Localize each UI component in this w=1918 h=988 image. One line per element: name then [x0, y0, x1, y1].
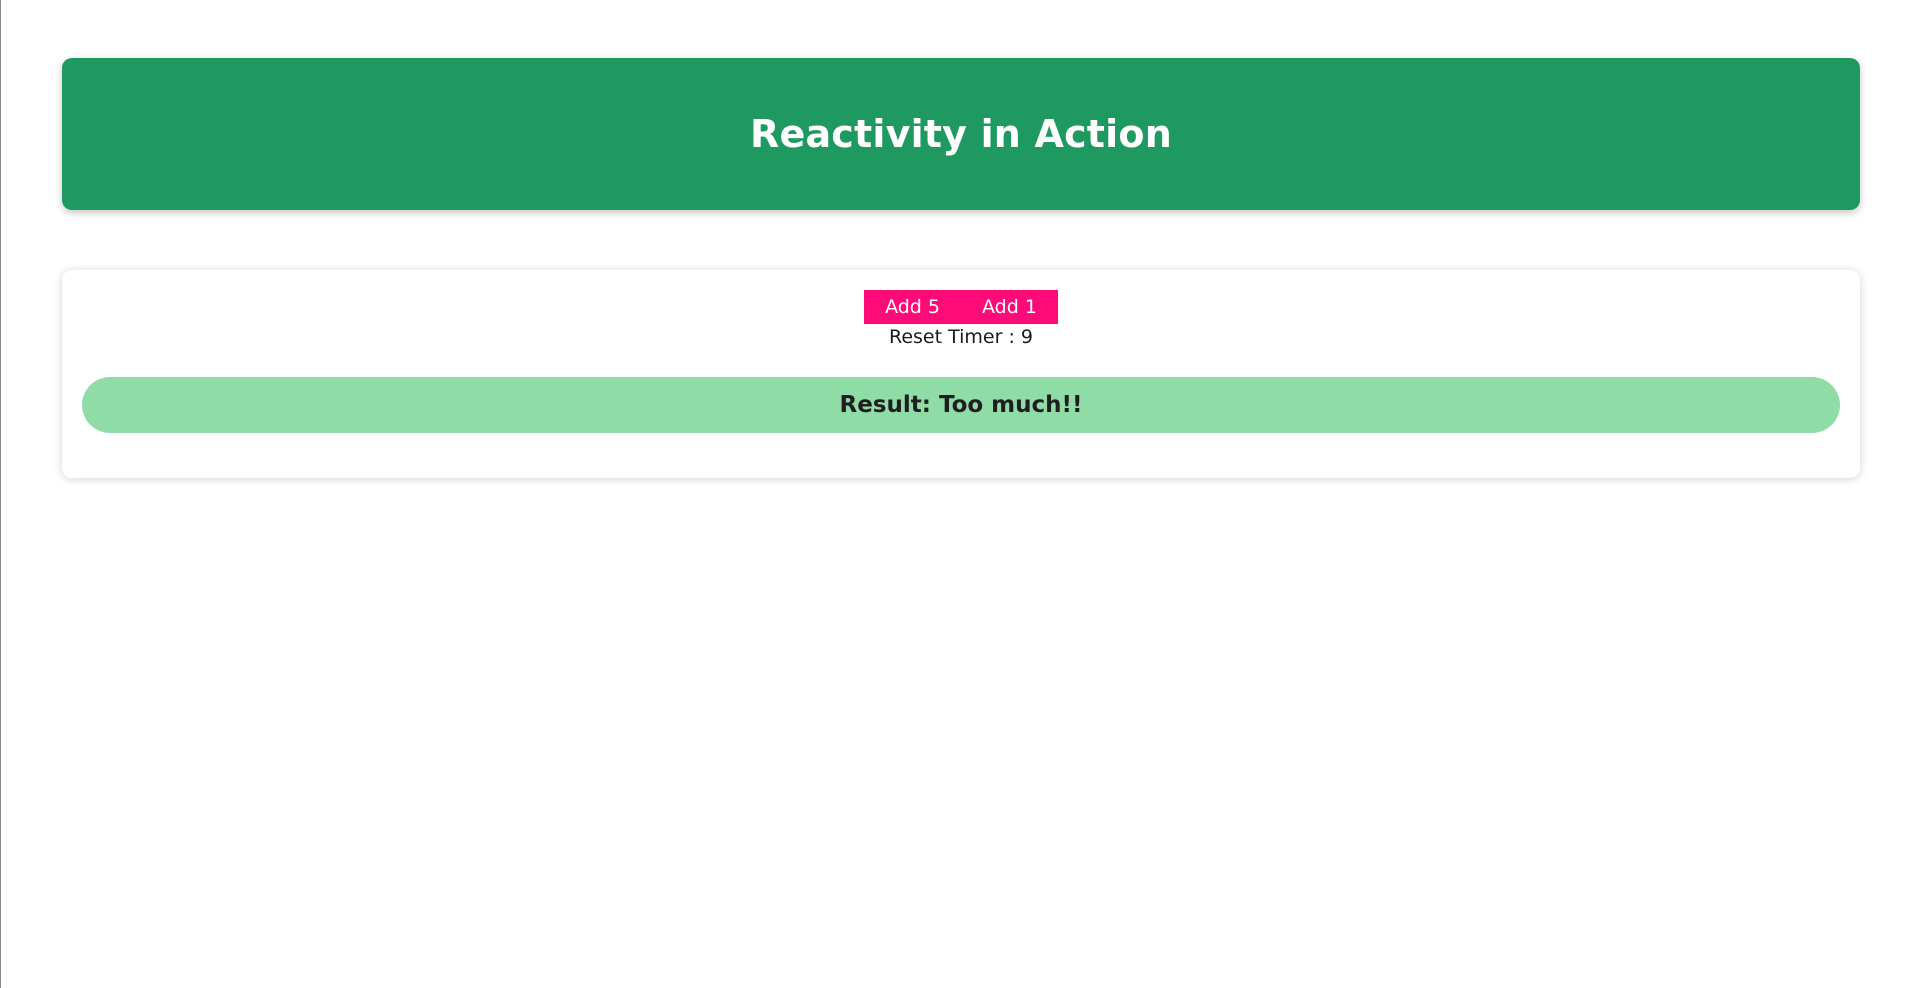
counter-card: Add 5 Add 1 Reset Timer : 9 Result: Too … [62, 270, 1860, 478]
page-title: Reactivity in Action [750, 112, 1172, 156]
page-header: Reactivity in Action [62, 58, 1860, 210]
reset-timer: Reset Timer : 9 [62, 326, 1860, 348]
reset-timer-label: Reset Timer : [888, 326, 1015, 348]
result-text: Result: Too much!! [839, 392, 1083, 418]
reset-timer-value: 9 [1020, 326, 1033, 348]
button-group: Add 5 Add 1 [62, 290, 1860, 324]
add-1-button[interactable]: Add 1 [961, 290, 1058, 324]
result-banner: Result: Too much!! [82, 377, 1840, 433]
add-5-button[interactable]: Add 5 [864, 290, 961, 324]
